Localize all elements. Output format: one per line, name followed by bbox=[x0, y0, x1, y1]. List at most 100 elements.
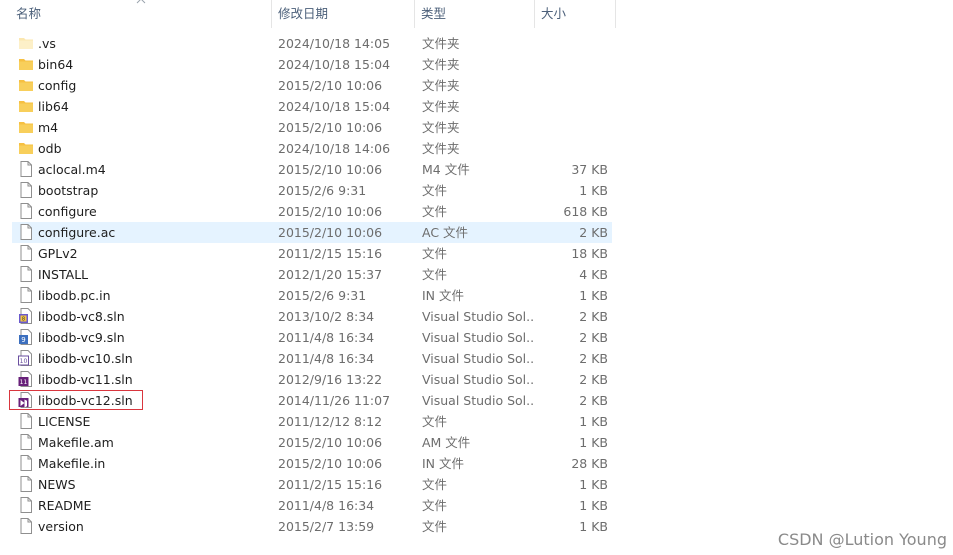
file-size bbox=[532, 138, 608, 159]
file-icon bbox=[18, 159, 34, 180]
file-size bbox=[532, 33, 608, 54]
file-row[interactable]: 9 libodb-vc9.sln 2011/4/8 16:34 Visual Stud… bbox=[12, 327, 612, 348]
file-row[interactable]: Makefile.am 2015/2/10 10:06 AM 文件 1 KB bbox=[12, 432, 612, 453]
file-date: 2024/10/18 14:05 bbox=[278, 36, 391, 51]
file-icon bbox=[18, 201, 34, 222]
file-type: 文件 bbox=[422, 519, 448, 534]
file-type: 文件 bbox=[422, 498, 448, 513]
column-header-size[interactable]: 大小 bbox=[535, 0, 616, 28]
file-row[interactable]: LICENSE 2011/12/12 8:12 文件 1 KB bbox=[12, 411, 612, 432]
file-size bbox=[532, 117, 608, 138]
file-name: GPLv2 bbox=[38, 246, 78, 261]
file-row[interactable]: 10 libodb-vc10.sln 2011/4/8 16:34 Visual St… bbox=[12, 348, 612, 369]
file-name: README bbox=[38, 498, 92, 513]
svg-text:8: 8 bbox=[22, 317, 25, 323]
file-row[interactable]: GPLv2 2011/2/15 15:16 文件 18 KB bbox=[12, 243, 612, 264]
file-size: 1 KB bbox=[579, 183, 608, 198]
file-date: 2015/2/7 13:59 bbox=[278, 519, 375, 534]
file-date: 2015/2/10 10:06 bbox=[278, 225, 383, 240]
svg-text:11: 11 bbox=[20, 379, 28, 386]
file-type: 文件 bbox=[422, 267, 448, 282]
file-date: 2024/10/18 15:04 bbox=[278, 99, 391, 114]
file-size: 37 KB bbox=[571, 162, 608, 177]
folder-icon bbox=[18, 117, 34, 138]
file-row[interactable]: lib64 2024/10/18 15:04 文件夹 bbox=[12, 96, 612, 117]
file-row[interactable]: m4 2015/2/10 10:06 文件夹 bbox=[12, 117, 612, 138]
file-name: configure.ac bbox=[38, 225, 116, 240]
file-row[interactable]: README 2011/4/8 16:34 文件 1 KB bbox=[12, 495, 612, 516]
file-date: 2024/10/18 15:04 bbox=[278, 57, 391, 72]
file-date: 2012/9/16 13:22 bbox=[278, 372, 383, 387]
file-date: 2012/1/20 15:37 bbox=[278, 267, 383, 282]
file-type: 文件 bbox=[422, 246, 448, 261]
file-size: 4 KB bbox=[579, 267, 608, 282]
file-name: Makefile.am bbox=[38, 435, 114, 450]
file-date: 2015/2/10 10:06 bbox=[278, 435, 383, 450]
file-icon bbox=[18, 222, 34, 243]
file-type: 文件 bbox=[422, 477, 448, 492]
file-name: .vs bbox=[38, 36, 56, 51]
file-size: 2 KB bbox=[579, 330, 608, 345]
file-icon bbox=[18, 432, 34, 453]
folder-icon bbox=[18, 138, 34, 159]
file-row[interactable]: Makefile.in 2015/2/10 10:06 IN 文件 28 KB bbox=[12, 453, 612, 474]
file-size bbox=[532, 54, 608, 75]
folder-icon bbox=[18, 54, 34, 75]
file-name: aclocal.m4 bbox=[38, 162, 106, 177]
file-name: m4 bbox=[38, 120, 59, 135]
file-row[interactable]: aclocal.m4 2015/2/10 10:06 M4 文件 37 KB bbox=[12, 159, 612, 180]
file-row[interactable]: INSTALL 2012/1/20 15:37 文件 4 KB bbox=[12, 264, 612, 285]
file-date: 2015/2/6 9:31 bbox=[278, 288, 367, 303]
column-header-date[interactable]: 修改日期 bbox=[272, 0, 415, 28]
file-row[interactable]: NEWS 2011/2/15 15:16 文件 1 KB bbox=[12, 474, 612, 495]
file-row[interactable]: odb 2024/10/18 14:06 文件夹 bbox=[12, 138, 612, 159]
watermark: CSDN @Lution Young bbox=[777, 530, 947, 549]
file-name: configure bbox=[38, 204, 97, 219]
sort-ascending-icon bbox=[136, 0, 146, 4]
file-type: Visual Studio Sol... bbox=[422, 351, 534, 366]
folder-light-icon bbox=[18, 33, 34, 54]
vs-solution-8-icon: 8 bbox=[18, 306, 34, 327]
file-size: 2 KB bbox=[579, 372, 608, 387]
file-name: lib64 bbox=[38, 99, 69, 114]
file-type: 文件 bbox=[422, 204, 448, 219]
file-row[interactable]: bootstrap 2015/2/6 9:31 文件 1 KB bbox=[12, 180, 612, 201]
file-row[interactable]: config 2015/2/10 10:06 文件夹 bbox=[12, 75, 612, 96]
file-name: INSTALL bbox=[38, 267, 89, 282]
file-icon bbox=[18, 180, 34, 201]
file-row[interactable]: 8 libodb-vc8.sln 2013/10/2 8:34 Visual Stud… bbox=[12, 306, 612, 327]
file-row[interactable]: .vs 2024/10/18 14:05 文件夹 bbox=[12, 33, 612, 54]
file-type: 文件夹 bbox=[422, 99, 460, 114]
file-date: 2015/2/10 10:06 bbox=[278, 120, 383, 135]
file-name: libodb-vc9.sln bbox=[38, 330, 125, 345]
file-date: 2015/2/10 10:06 bbox=[278, 162, 383, 177]
vs-solution-11-icon: 11 bbox=[18, 369, 34, 390]
file-type: Visual Studio Sol... bbox=[422, 372, 534, 387]
file-size: 1 KB bbox=[579, 414, 608, 429]
file-size: 1 KB bbox=[579, 288, 608, 303]
file-name: bin64 bbox=[38, 57, 74, 72]
file-date: 2011/12/12 8:12 bbox=[278, 414, 383, 429]
file-size: 1 KB bbox=[579, 519, 608, 534]
file-size: 1 KB bbox=[579, 435, 608, 450]
column-header-type[interactable]: 类型 bbox=[415, 0, 535, 28]
file-row[interactable]: 11 libodb-vc11.sln 2012/9/16 13:22 Visual S… bbox=[12, 369, 612, 390]
svg-text:10: 10 bbox=[20, 358, 28, 365]
file-row[interactable]: configure.ac 2015/2/10 10:06 AC 文件 2 KB bbox=[12, 222, 612, 243]
file-date: 2015/2/10 10:06 bbox=[278, 78, 383, 93]
file-icon bbox=[18, 516, 34, 537]
file-row[interactable]: libodb.pc.in 2015/2/6 9:31 IN 文件 1 KB bbox=[12, 285, 612, 306]
file-type: Visual Studio Sol... bbox=[422, 309, 534, 324]
file-row[interactable]: bin64 2024/10/18 15:04 文件夹 bbox=[12, 54, 612, 75]
file-type: Visual Studio Sol... bbox=[422, 330, 534, 345]
file-icon bbox=[18, 453, 34, 474]
file-date: 2011/2/15 15:16 bbox=[278, 246, 383, 261]
file-row[interactable]: version 2015/2/7 13:59 文件 1 KB bbox=[12, 516, 612, 537]
file-type: 文件夹 bbox=[422, 36, 460, 51]
folder-icon bbox=[18, 96, 34, 117]
file-date: 2015/2/10 10:06 bbox=[278, 204, 383, 219]
file-name: bootstrap bbox=[38, 183, 99, 198]
file-name: Makefile.in bbox=[38, 456, 106, 471]
file-type: 文件夹 bbox=[422, 57, 460, 72]
file-row[interactable]: configure 2015/2/10 10:06 文件 618 KB bbox=[12, 201, 612, 222]
